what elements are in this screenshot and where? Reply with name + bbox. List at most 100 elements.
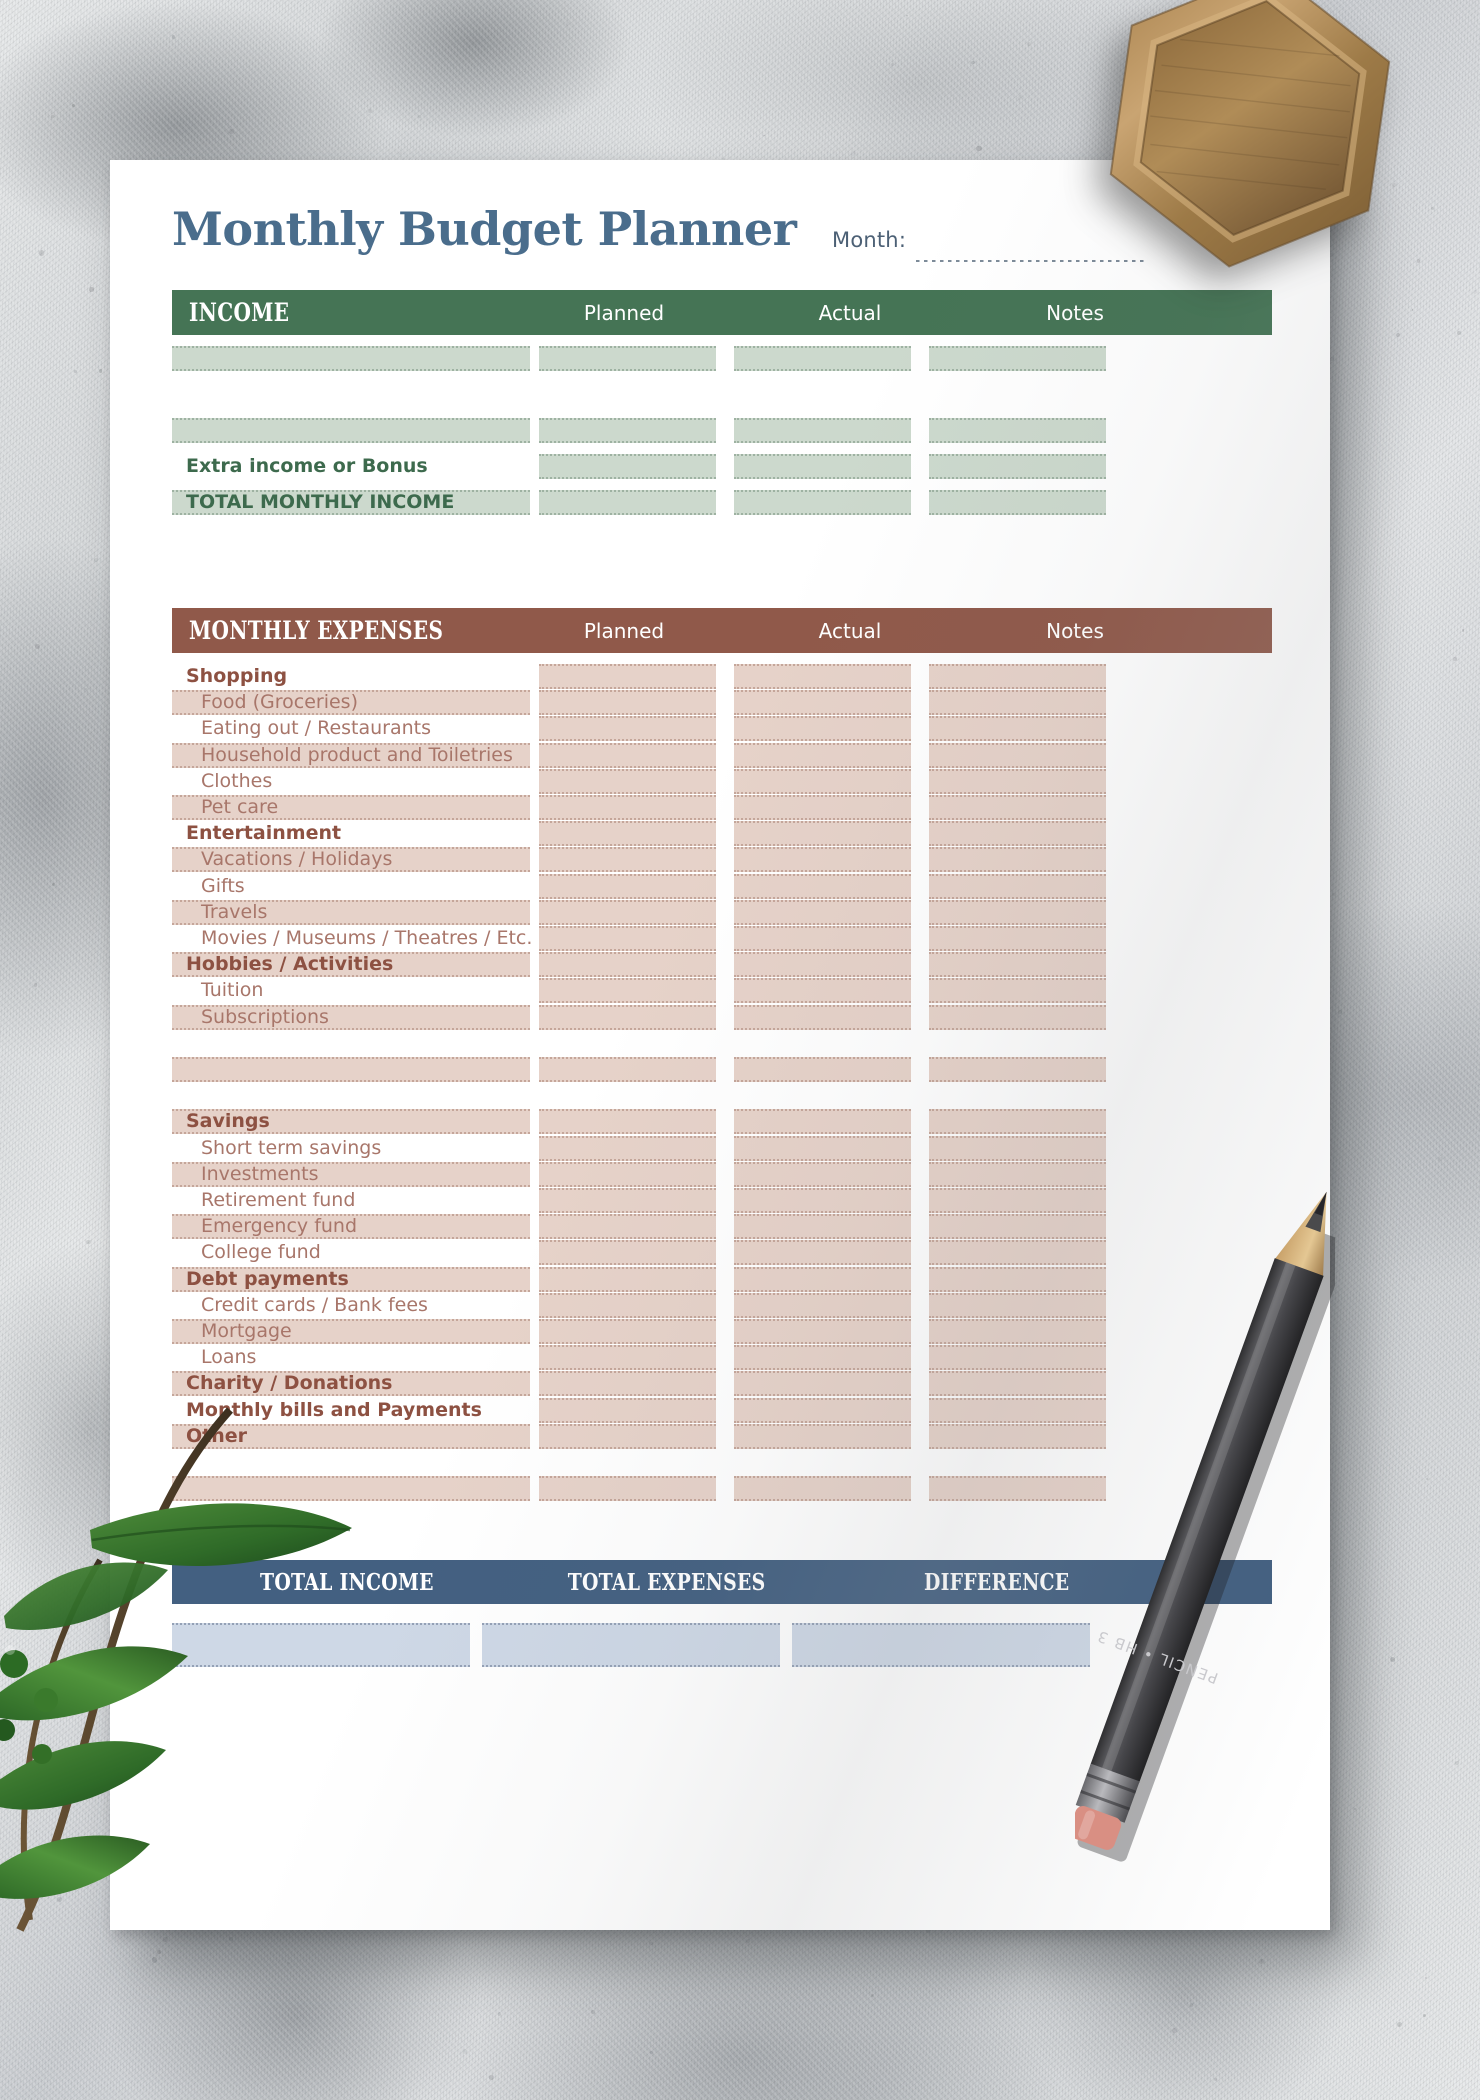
planned-input[interactable]: [539, 795, 716, 820]
row-label-cell[interactable]: Eating out / Restaurants: [172, 716, 530, 741]
planned-input[interactable]: [539, 690, 716, 716]
planned-input[interactable]: [539, 899, 716, 925]
notes-input[interactable]: [929, 978, 1106, 1004]
actual-input[interactable]: [734, 795, 911, 820]
notes-input[interactable]: [929, 418, 1106, 443]
actual-input[interactable]: [734, 1109, 911, 1135]
actual-input[interactable]: [734, 1057, 911, 1082]
notes-input[interactable]: [929, 1004, 1106, 1030]
row-label-cell[interactable]: Food (Groceries): [172, 690, 530, 716]
planned-input[interactable]: [539, 1161, 716, 1187]
notes-input[interactable]: [929, 1057, 1106, 1082]
notes-input[interactable]: [929, 873, 1106, 899]
actual-input[interactable]: [734, 690, 911, 716]
notes-input[interactable]: [929, 490, 1106, 515]
actual-input[interactable]: [734, 1292, 911, 1318]
notes-input[interactable]: [929, 847, 1106, 873]
row-label-cell[interactable]: Retirement fund: [172, 1188, 530, 1213]
actual-input[interactable]: [734, 926, 911, 951]
planned-input[interactable]: [539, 418, 716, 443]
actual-input[interactable]: [734, 454, 911, 479]
row-label-cell[interactable]: Travels: [172, 899, 530, 925]
notes-input[interactable]: [929, 742, 1106, 768]
planned-input[interactable]: [539, 1266, 716, 1292]
notes-input[interactable]: [929, 346, 1106, 371]
notes-input[interactable]: [929, 899, 1106, 925]
planned-input[interactable]: [539, 346, 716, 371]
planned-input[interactable]: [539, 664, 716, 689]
notes-input[interactable]: [929, 952, 1106, 978]
row-label-cell[interactable]: Investments: [172, 1161, 530, 1187]
actual-input[interactable]: [734, 742, 911, 768]
planned-input[interactable]: [539, 926, 716, 951]
row-label-cell[interactable]: Extra income or Bonus: [172, 454, 530, 479]
planned-input[interactable]: [539, 768, 716, 794]
actual-input[interactable]: [734, 873, 911, 899]
actual-input[interactable]: [734, 1397, 911, 1423]
actual-input[interactable]: [734, 418, 911, 443]
actual-input[interactable]: [734, 1214, 911, 1240]
actual-input[interactable]: [734, 768, 911, 794]
notes-input[interactable]: [929, 690, 1106, 716]
actual-input[interactable]: [734, 346, 911, 371]
actual-input[interactable]: [734, 821, 911, 847]
planned-input[interactable]: [539, 716, 716, 742]
notes-input[interactable]: [929, 716, 1106, 742]
planned-input[interactable]: [539, 1319, 716, 1344]
planned-input[interactable]: [539, 873, 716, 899]
actual-input[interactable]: [734, 1004, 911, 1030]
notes-input[interactable]: [929, 1135, 1106, 1161]
planned-input[interactable]: [539, 1188, 716, 1213]
notes-input[interactable]: [929, 926, 1106, 951]
planned-input[interactable]: [539, 1057, 716, 1082]
planned-input[interactable]: [539, 1004, 716, 1030]
row-label-cell[interactable]: Entertainment: [172, 821, 530, 846]
row-label-cell[interactable]: Hobbies / Activities: [172, 952, 530, 978]
notes-input[interactable]: [929, 821, 1106, 847]
planned-input[interactable]: [539, 952, 716, 978]
actual-input[interactable]: [734, 1345, 911, 1371]
planned-input[interactable]: [539, 742, 716, 768]
actual-input[interactable]: [734, 1319, 911, 1344]
planned-input[interactable]: [539, 1292, 716, 1318]
row-label-cell[interactable]: [172, 1057, 530, 1082]
row-label-cell[interactable]: Clothes: [172, 769, 530, 794]
planned-input[interactable]: [539, 1476, 716, 1502]
row-label-cell[interactable]: Pet care: [172, 795, 530, 820]
planned-input[interactable]: [539, 1371, 716, 1397]
notes-input[interactable]: [929, 454, 1106, 479]
planned-input[interactable]: [539, 1345, 716, 1371]
planned-input[interactable]: [539, 454, 716, 479]
actual-input[interactable]: [734, 978, 911, 1004]
row-label-cell[interactable]: Subscriptions: [172, 1004, 530, 1030]
planned-input[interactable]: [539, 1240, 716, 1266]
actual-input[interactable]: [734, 952, 911, 978]
notes-input[interactable]: [929, 664, 1106, 689]
row-label-cell[interactable]: Household product and Toiletries: [172, 742, 530, 768]
planned-input[interactable]: [539, 1135, 716, 1161]
planned-input[interactable]: [539, 978, 716, 1004]
notes-input[interactable]: [929, 768, 1106, 794]
total-expenses-input[interactable]: [482, 1623, 780, 1667]
row-label-cell[interactable]: TOTAL MONTHLY INCOME: [172, 490, 530, 515]
row-label-cell[interactable]: Tuition: [172, 978, 530, 1003]
actual-input[interactable]: [734, 1476, 911, 1502]
actual-input[interactable]: [734, 899, 911, 925]
planned-input[interactable]: [539, 821, 716, 847]
actual-input[interactable]: [734, 847, 911, 873]
planned-input[interactable]: [539, 1423, 716, 1449]
actual-input[interactable]: [734, 1135, 911, 1161]
actual-input[interactable]: [734, 1371, 911, 1397]
planned-input[interactable]: [539, 1109, 716, 1135]
row-label-cell[interactable]: Movies / Museums / Theatres / Etc.: [172, 926, 532, 951]
actual-input[interactable]: [734, 1240, 911, 1266]
row-label-cell[interactable]: Shopping: [172, 664, 530, 689]
difference-input[interactable]: [792, 1623, 1090, 1667]
actual-input[interactable]: [734, 664, 911, 689]
planned-input[interactable]: [539, 1397, 716, 1423]
actual-input[interactable]: [734, 1266, 911, 1292]
row-label-cell[interactable]: Gifts: [172, 874, 530, 899]
actual-input[interactable]: [734, 490, 911, 515]
row-label-cell[interactable]: [172, 346, 530, 371]
actual-input[interactable]: [734, 1423, 911, 1449]
